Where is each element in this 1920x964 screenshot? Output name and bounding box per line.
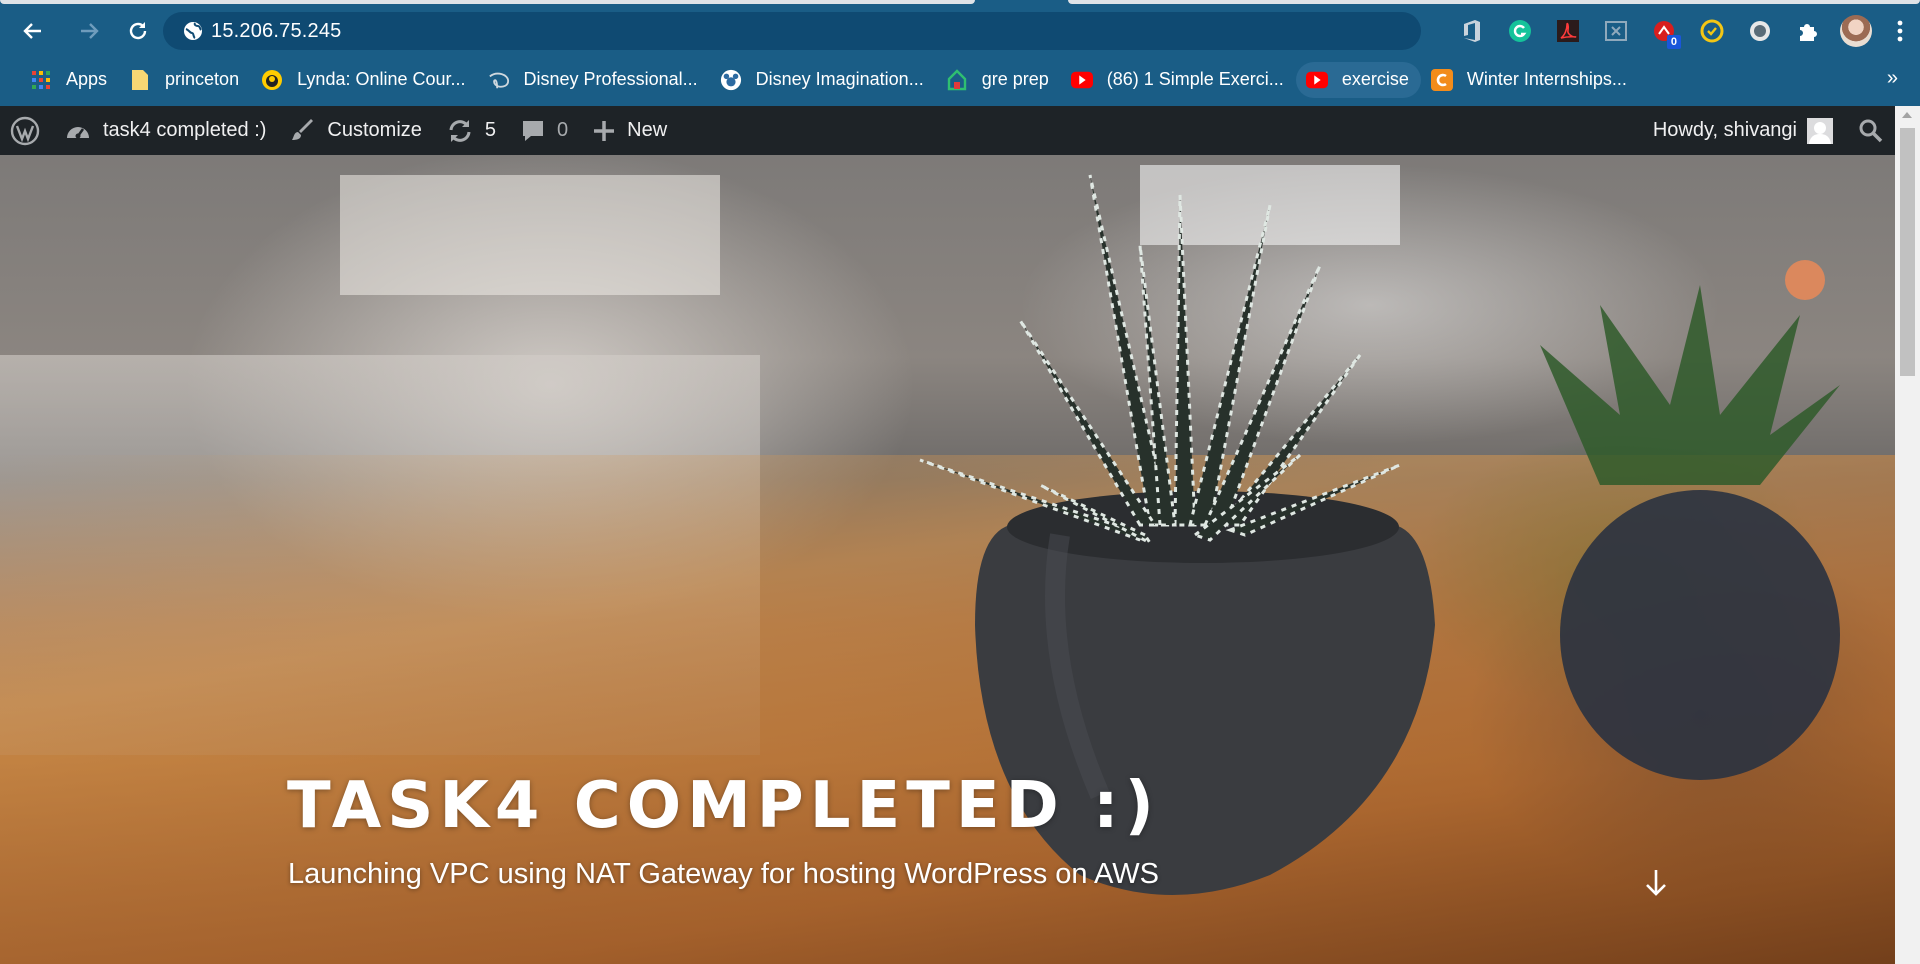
customize-label: Customize bbox=[327, 119, 422, 141]
c-orange-icon bbox=[1430, 68, 1453, 91]
new-label: New bbox=[627, 119, 668, 141]
folder-icon bbox=[129, 69, 151, 91]
site-tagline: Launching VPC using NAT Gateway for host… bbox=[288, 858, 1159, 890]
arrow-down-icon bbox=[1646, 870, 1666, 896]
bookmark-label: Lynda: Online Cour... bbox=[297, 69, 466, 89]
hero-header: TASK4 COMPLETED :) Launching VPC using N… bbox=[0, 155, 1895, 964]
grammarly-icon bbox=[1509, 20, 1531, 42]
blocked-extension[interactable] bbox=[1592, 9, 1640, 53]
grammarly-extension[interactable] bbox=[1496, 9, 1544, 53]
dashboard-gauge-icon bbox=[65, 120, 91, 142]
office-icon bbox=[1464, 20, 1480, 42]
user-avatar bbox=[1807, 117, 1833, 144]
comments-link[interactable]: 0 bbox=[507, 106, 579, 155]
reload-icon bbox=[129, 22, 147, 40]
bookmark-princeton[interactable]: princeton bbox=[119, 62, 251, 98]
bookmark-label: Winter Internships... bbox=[1466, 69, 1627, 89]
reload-button[interactable] bbox=[118, 13, 158, 49]
new-content-menu[interactable]: New bbox=[579, 106, 678, 155]
inactive-tab-edge[interactable] bbox=[1068, 0, 1920, 4]
url-text[interactable]: 15.206.75.245 bbox=[211, 20, 342, 43]
bookmark-label: (86) 1 Simple Exerci... bbox=[1106, 69, 1284, 89]
extension-icon bbox=[1605, 21, 1627, 41]
wordpress-logo-icon bbox=[10, 116, 40, 145]
my-account-menu[interactable]: Howdy, shivangi bbox=[1642, 106, 1845, 155]
bookmark-disney-imagination[interactable]: Disney Imagination... bbox=[710, 62, 936, 98]
bookmark-exercise[interactable]: exercise bbox=[1295, 61, 1421, 98]
mickey-icon bbox=[720, 69, 742, 91]
acrobat-extension[interactable] bbox=[1544, 9, 1592, 53]
plus-icon bbox=[593, 120, 615, 142]
admin-bar-right: Howdy, shivangi bbox=[1642, 106, 1920, 155]
site-name-label: task4 completed :) bbox=[103, 119, 267, 141]
extensions-button[interactable] bbox=[1784, 9, 1832, 53]
page-scrollbar[interactable] bbox=[1895, 106, 1920, 964]
scroll-down-button[interactable] bbox=[1640, 863, 1672, 903]
office-extension[interactable] bbox=[1448, 9, 1496, 53]
wp-admin-bar: task4 completed :) Customize 5 0 New How… bbox=[0, 106, 1920, 155]
tab-strip bbox=[0, 0, 1920, 9]
apps-grid-icon bbox=[30, 69, 52, 91]
site-name-menu[interactable]: task4 completed :) bbox=[54, 106, 277, 155]
record-icon bbox=[1750, 21, 1770, 41]
bookmark-label: princeton bbox=[165, 69, 240, 89]
site-title[interactable]: TASK4 COMPLETED :) bbox=[287, 769, 1160, 843]
scroll-up-arrow-icon[interactable] bbox=[1902, 112, 1912, 118]
bookmark-label: gre prep bbox=[981, 69, 1049, 89]
norton-extension[interactable] bbox=[1688, 9, 1736, 53]
paintbrush-icon bbox=[291, 118, 315, 143]
forward-icon bbox=[81, 23, 99, 39]
acrobat-icon bbox=[1557, 20, 1579, 42]
site-info-icon[interactable] bbox=[175, 20, 211, 42]
wp-logo-menu[interactable] bbox=[0, 106, 54, 155]
bookmark-lynda[interactable]: Lynda: Online Cour... bbox=[251, 62, 477, 98]
puzzle-icon bbox=[1800, 24, 1817, 41]
profile-avatar bbox=[1840, 15, 1872, 47]
inactive-tab-edge[interactable] bbox=[0, 0, 975, 4]
bookmark-apps[interactable]: Apps bbox=[20, 62, 119, 98]
youtube-icon bbox=[1305, 69, 1328, 91]
extension-badge: 0 bbox=[1666, 35, 1681, 49]
bookmark-winter-internships[interactable]: Winter Internships... bbox=[1421, 62, 1639, 98]
home-green-icon bbox=[946, 68, 968, 91]
address-bar[interactable]: 15.206.75.245 bbox=[163, 12, 1421, 50]
bookmark-simple-exercise[interactable]: (86) 1 Simple Exerci... bbox=[1061, 62, 1296, 98]
bookmarks-overflow-button[interactable]: » bbox=[1887, 67, 1898, 90]
updates-refresh-icon bbox=[447, 119, 473, 143]
customize-link[interactable]: Customize bbox=[277, 106, 432, 155]
bookmark-label: Apps bbox=[66, 69, 108, 89]
search-icon bbox=[1859, 119, 1883, 142]
back-button[interactable] bbox=[12, 13, 52, 49]
lynda-icon bbox=[261, 69, 283, 91]
back-icon bbox=[23, 23, 41, 39]
record-extension[interactable] bbox=[1736, 9, 1784, 53]
scrollbar-thumb[interactable] bbox=[1900, 128, 1915, 376]
howdy-label: Howdy, shivangi bbox=[1652, 119, 1797, 141]
bookmark-label: Disney Professional... bbox=[523, 69, 698, 89]
comments-count: 0 bbox=[557, 119, 569, 141]
counter-extension[interactable]: 0 bbox=[1640, 9, 1688, 53]
menu-icon bbox=[1897, 20, 1903, 42]
bookmark-label: exercise bbox=[1341, 69, 1409, 89]
bookmark-label: Disney Imagination... bbox=[755, 69, 924, 89]
profile-button[interactable] bbox=[1832, 9, 1880, 53]
updates-count: 5 bbox=[484, 119, 497, 141]
extension-area: 0 bbox=[1448, 9, 1920, 53]
bookmark-disney-professional[interactable]: Disney Professional... bbox=[478, 62, 710, 98]
bookmark-gre-prep[interactable]: gre prep bbox=[936, 62, 1061, 98]
bookmarks-bar: Apps princeton Lynda: Online Cour... Dis… bbox=[0, 53, 1920, 106]
browser-menu-button[interactable] bbox=[1880, 9, 1920, 53]
comment-bubble-icon bbox=[521, 119, 545, 143]
updates-link[interactable]: 5 bbox=[433, 106, 507, 155]
disney-icon bbox=[488, 69, 510, 91]
youtube-icon bbox=[1070, 69, 1093, 91]
norton-icon bbox=[1700, 19, 1724, 43]
browser-toolbar: 15.206.75.245 0 bbox=[0, 9, 1920, 53]
forward-button[interactable] bbox=[70, 13, 110, 49]
